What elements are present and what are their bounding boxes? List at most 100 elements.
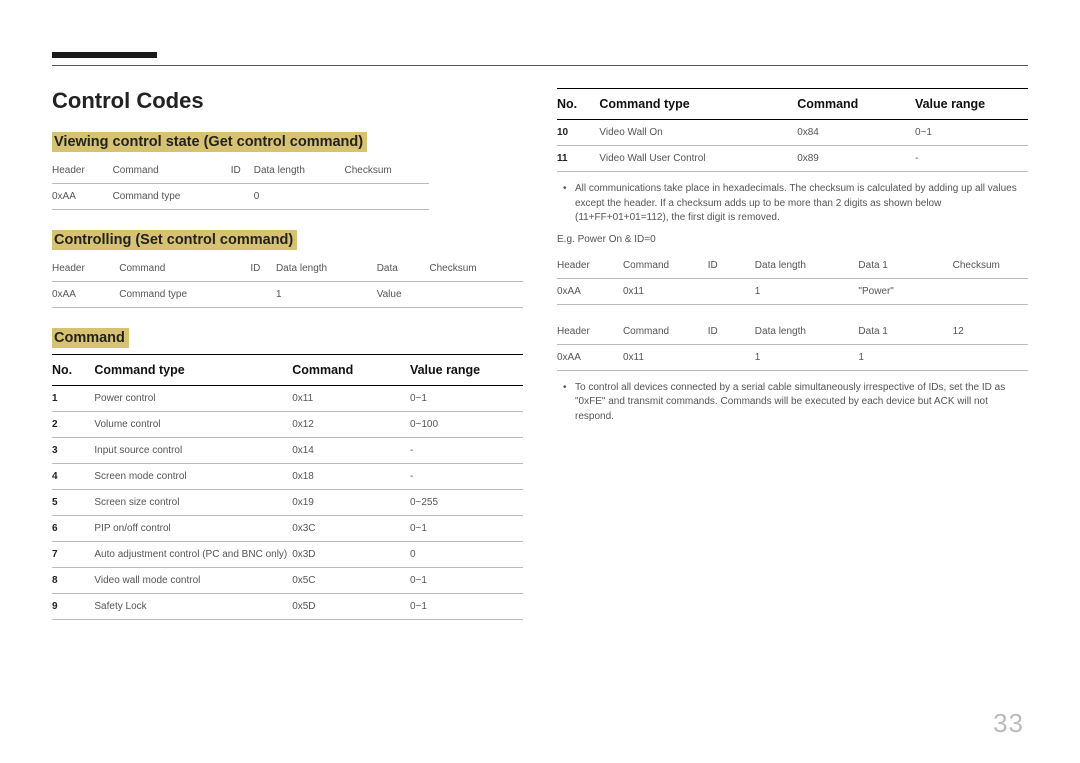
td: Screen size control [94,490,292,516]
content-columns: Control Codes Viewing control state (Get… [52,88,1028,640]
td: 0x89 [797,146,915,172]
td: PIP on/off control [94,516,292,542]
th: ID [708,319,755,345]
td: Safety Lock [94,594,292,620]
td: Video wall mode control [94,568,292,594]
th: Header [52,256,119,282]
th-cmd: Command [797,89,915,120]
td: Command type [119,282,250,308]
th: Data 1 [858,319,952,345]
td: 6 [52,516,94,542]
td: 1 [276,282,377,308]
th: Data 1 [858,253,952,279]
td: 1 [755,278,859,304]
td: 0x3D [292,542,410,568]
td: 0x11 [292,386,410,412]
td: Power control [94,386,292,412]
td [953,344,1028,370]
td: 1 [52,386,94,412]
td: 0~1 [410,516,523,542]
th: Data length [254,158,345,184]
th: Checksum [953,253,1028,279]
td: 0x18 [292,464,410,490]
th: ID [250,256,276,282]
td: 11 [557,146,599,172]
td: 10 [557,120,599,146]
td: Value [377,282,430,308]
td: "Power" [858,278,952,304]
th: Checksum [429,256,523,282]
td: 5 [52,490,94,516]
th: 12 [953,319,1028,345]
td: 0xAA [557,278,623,304]
th: Data length [276,256,377,282]
th: ID [708,253,755,279]
th-no: No. [52,355,94,386]
table-example-2: Header Command ID Data length Data 1 12 … [557,319,1028,371]
th: Data [377,256,430,282]
note-checksum: All communications take place in hexadec… [557,182,1028,226]
td [708,344,755,370]
th: Data length [755,319,859,345]
td: 0x11 [623,278,708,304]
th-type: Command type [599,89,797,120]
header-rule [52,65,1028,66]
td [344,184,428,210]
page-title: Control Codes [52,88,523,114]
td: 1 [858,344,952,370]
td: 0xAA [52,282,119,308]
th-cmd: Command [292,355,410,386]
td: 0x11 [623,344,708,370]
td: Auto adjustment control (PC and BNC only… [94,542,292,568]
td: Input source control [94,438,292,464]
th: Header [52,158,113,184]
table-commands-left: No. Command type Command Value range 1Po… [52,354,523,620]
td: 1 [755,344,859,370]
heading-command: Command [52,328,129,348]
section-command-list: Command No. Command type Command Value r… [52,328,523,620]
td: - [410,438,523,464]
th-no: No. [557,89,599,120]
td: 0 [254,184,345,210]
td: 0~255 [410,490,523,516]
td: 0~1 [915,120,1028,146]
td: Command type [113,184,231,210]
td: Volume control [94,412,292,438]
td: Screen mode control [94,464,292,490]
section-get-command: Viewing control state (Get control comma… [52,132,523,210]
td [231,184,254,210]
td: - [915,146,1028,172]
heading-set: Controlling (Set control command) [52,230,297,250]
td: 0~1 [410,568,523,594]
td: - [410,464,523,490]
th: Command [623,253,708,279]
header-accent-bar [52,52,157,58]
page-number: 33 [993,708,1024,739]
td: Video Wall On [599,120,797,146]
td: 2 [52,412,94,438]
section-set-command: Controlling (Set control command) Header… [52,230,523,308]
td: 0x5C [292,568,410,594]
td: 0~100 [410,412,523,438]
td: 0~1 [410,386,523,412]
td: 0xAA [52,184,113,210]
example-label: E.g. Power On & ID=0 [557,234,1028,245]
notes-list: All communications take place in hexadec… [557,182,1028,226]
td: 0x14 [292,438,410,464]
th-range: Value range [410,355,523,386]
td: 8 [52,568,94,594]
td: 0x84 [797,120,915,146]
td: 0x3C [292,516,410,542]
td: 3 [52,438,94,464]
td: 9 [52,594,94,620]
td [250,282,276,308]
td: 0x5D [292,594,410,620]
th: Data length [755,253,859,279]
right-column: No. Command type Command Value range 10V… [557,88,1028,640]
note-broadcast: To control all devices connected by a se… [557,381,1028,425]
td: 0xAA [557,344,623,370]
th: Command [113,158,231,184]
td: 4 [52,464,94,490]
notes-list-2: To control all devices connected by a se… [557,381,1028,425]
th: Header [557,253,623,279]
